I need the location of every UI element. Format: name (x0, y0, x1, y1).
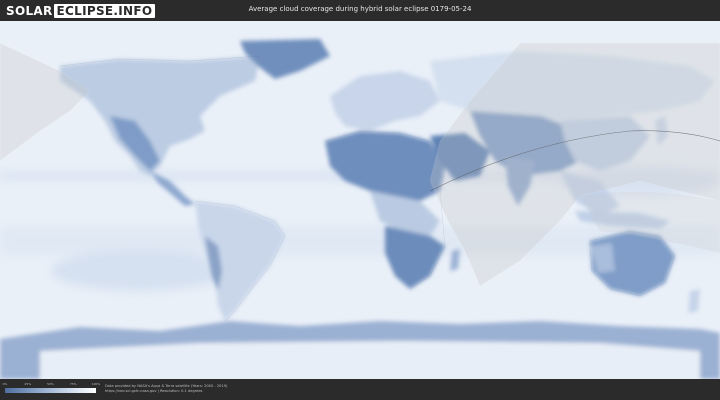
page-title: Average cloud coverage during hybrid sol… (248, 5, 472, 13)
legend-tick-50: 50% (47, 382, 54, 386)
world-map-svg (0, 21, 720, 379)
legend-tick-25: 25% (24, 382, 32, 386)
legend-tick-100: 100% (91, 382, 101, 386)
cloud-coverage-legend (5, 388, 96, 393)
legend-tick-75: 75% (69, 382, 77, 386)
data-credits: Data provided by NASA's Aqua & Terra sat… (105, 384, 227, 394)
app-frame: SOLAR ECLIPSE.INFO Average cloud coverag… (0, 0, 720, 400)
credits-line-2: https://neo.sci.gsfc.nasa.gov | Resoluti… (105, 389, 203, 393)
antarctica-interior (40, 341, 700, 379)
legend-tick-0: 0% (2, 382, 8, 386)
cloud-coverage-map (0, 21, 720, 379)
footer-bar: 0% 25% 50% 75% 100% Data provided by NAS… (0, 379, 720, 400)
legend-ticks: 0% 25% 50% 75% 100% (2, 382, 101, 387)
header-bar: SOLAR ECLIPSE.INFO Average cloud coverag… (0, 0, 720, 21)
